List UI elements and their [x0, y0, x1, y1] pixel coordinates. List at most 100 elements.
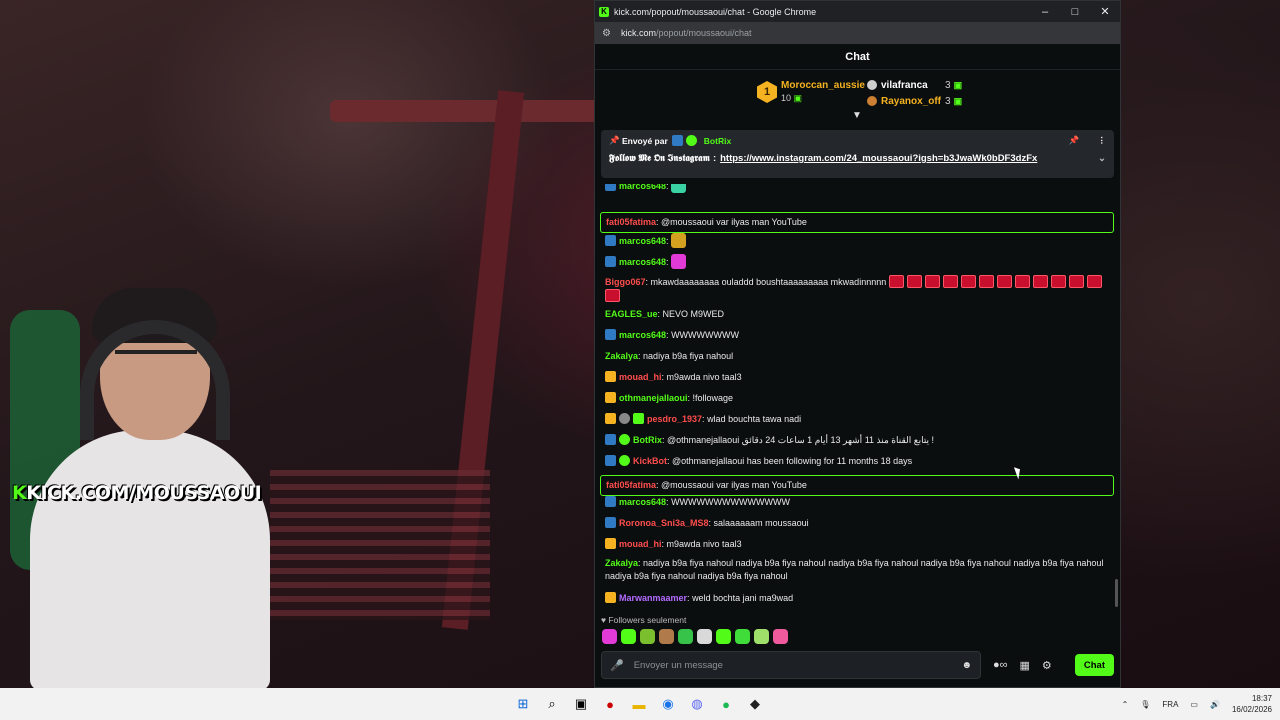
kicks-infinity-icon[interactable]: ●∞ [993, 659, 1008, 671]
chat-emote [1050, 275, 1066, 288]
app-icon[interactable]: ◆ [744, 693, 766, 715]
verified-badge-icon [685, 135, 697, 146]
emote-quick[interactable] [697, 629, 712, 644]
search-icon[interactable]: ⌕ [541, 693, 563, 715]
chat-username[interactable]: pesdro_1937 [647, 414, 702, 424]
chat-username[interactable]: KickBot [633, 456, 667, 466]
close-button[interactable]: ✕ [1090, 5, 1120, 18]
chat-scrollbar[interactable] [1115, 579, 1118, 607]
chat-message: Biggo067: mkawdaaaaaaaa ouladdd boushtaa… [595, 275, 1120, 303]
chat-username[interactable]: mouad_hi [619, 372, 662, 382]
leaderboard-first[interactable]: 1 Moroccan_aussie 10 ▣ [757, 80, 865, 104]
chat-message: othmanejallaoui: !followage [595, 392, 1120, 405]
verified-badge-icon [619, 434, 630, 445]
emoji-icon[interactable]: ☻ [961, 660, 972, 671]
glasses [115, 350, 197, 374]
settings-gear-icon[interactable]: ⚙ [1042, 659, 1052, 672]
volume-icon[interactable]: 🔊 [1210, 700, 1220, 709]
emote-quick[interactable] [754, 629, 769, 644]
discord-icon[interactable]: ◍ [686, 693, 708, 715]
chat-message-text: NEVO M9WED [662, 309, 725, 319]
emote-quick[interactable] [716, 629, 731, 644]
minimize-button[interactable]: – [1030, 6, 1060, 18]
chevron-down-icon[interactable]: ⌄ [1098, 153, 1106, 164]
store-icon[interactable]: ▦ [1020, 659, 1030, 672]
chat-username[interactable]: mouad_hi [619, 539, 662, 549]
pinned-link[interactable]: https://www.instagram.com/24_moussaoui?i… [720, 153, 1037, 164]
file-explorer-icon[interactable]: ▬ [628, 693, 650, 715]
followers-only-label: Followers seulement [608, 615, 687, 625]
network-icon[interactable]: ▭ [1190, 700, 1198, 709]
leaderboard-second-name: vilafranca [881, 79, 928, 91]
pinned-sent-by: Envoyé par [621, 135, 668, 146]
pinned-prefix: 𝕱𝖔𝖑𝖑𝖔𝖜 𝕸𝖊 𝕺𝖓 𝕴𝖓𝖘𝖙𝖆𝖌𝖗𝖆𝖒 [609, 153, 710, 164]
chat-username[interactable]: fati05fatima [606, 480, 656, 490]
chrome-icon[interactable]: ◉ [657, 693, 679, 715]
gift-icon: ▣ [953, 95, 963, 106]
kick-watermark: KKICK.COM/MOUSSAOUI [12, 482, 262, 504]
chat-message: mouad_hi: m9awda nivo taal3 [595, 538, 1120, 551]
chat-message-text: mkawdaaaaaaaa ouladdd boushtaaaaaaaaa mk… [650, 277, 887, 287]
emote-quick[interactable] [659, 629, 674, 644]
chat-username[interactable]: marcos648 [619, 236, 666, 246]
moderator-badge-icon [605, 235, 616, 246]
emote-quick[interactable] [773, 629, 788, 644]
spotify-icon[interactable]: ● [715, 693, 737, 715]
url-host: kick.com [620, 28, 656, 38]
chat-emote [978, 275, 994, 288]
chat-username[interactable]: marcos648 [619, 184, 666, 191]
unpin-icon[interactable]: 📌 [1069, 135, 1080, 146]
clock[interactable]: 18:37 16/02/2026 [1232, 693, 1272, 715]
crown-badge-icon [605, 592, 616, 603]
chat-input-box[interactable]: 🎤 ☻ [601, 651, 981, 679]
address-bar[interactable]: ⚙ kick.com/popout/moussaoui/chat [595, 22, 1120, 44]
window-title: kick.com/popout/moussaoui/chat - Google … [614, 6, 817, 17]
emote-quick[interactable] [602, 629, 617, 644]
leaderboard-second-count: 3 [945, 79, 951, 91]
chevron-up-icon[interactable]: ⌃ [1122, 700, 1129, 709]
chat-message: fati05fatima: @moussaoui var ilyas man Y… [600, 475, 1114, 496]
maximize-button[interactable]: □ [1060, 6, 1090, 18]
chat-username[interactable]: marcos648 [619, 497, 666, 507]
task-view-icon[interactable]: ▣ [570, 693, 592, 715]
chat-username[interactable]: fati05fatima [606, 217, 656, 227]
chat-username[interactable]: othmanejallaoui [619, 393, 688, 403]
chat-message-input[interactable] [633, 659, 962, 671]
gift-icon: ▣ [793, 93, 803, 103]
chat-message-text: @othmanejallaoui has been following for … [672, 456, 913, 466]
chat-username[interactable]: Zakalya [605, 351, 638, 361]
watermark-text: KICK.COM/MOUSSAOUI [26, 482, 262, 504]
send-chat-button[interactable]: Chat [1074, 654, 1114, 676]
chat-message: Zakalya: nadiya b9a fiya nahoul [595, 350, 1120, 363]
kick-favicon: K [599, 6, 609, 17]
collapse-leaderboard-icon[interactable]: ▼ [852, 110, 862, 121]
pinned-sender[interactable]: BotRix [704, 136, 731, 146]
leaderboard-second[interactable]: vilafranca 3 ▣ [867, 77, 962, 93]
more-options-icon[interactable]: ⋮ [1098, 135, 1107, 146]
chat-username[interactable]: Biggo067 [605, 277, 646, 287]
chat-username[interactable]: BotRix [633, 435, 662, 445]
chat-username[interactable]: Marwanmaamer [619, 593, 687, 603]
language-indicator[interactable]: FRA [1162, 700, 1178, 709]
chat-header: Chat [595, 44, 1120, 70]
emote-quick[interactable] [735, 629, 750, 644]
microphone-icon[interactable]: 🎙 [1140, 700, 1150, 709]
chat-username[interactable]: Roronoa_Sni3a_MS8 [619, 518, 709, 528]
chat-username[interactable]: marcos648 [619, 330, 666, 340]
chat-username[interactable]: EAGLES_ue [605, 309, 658, 319]
windows-start-icon[interactable]: ⊞ [512, 693, 534, 715]
leaderboard-first-name: Moroccan_aussie [781, 80, 865, 91]
app-icon[interactable]: ● [599, 693, 621, 715]
site-info-icon[interactable]: ⚙ [602, 28, 611, 39]
chat-message: mouad_hi: m9awda nivo taal3 [595, 371, 1120, 384]
windows-taskbar: ⊞ ⌕ ▣ ● ▬ ◉ ◍ ● ◆ ⌃ 🎙 FRA ▭ 🔊 18:37 16/0… [0, 688, 1280, 720]
chat-emote [924, 275, 940, 288]
chat-username[interactable]: marcos648 [619, 257, 666, 267]
chat-username[interactable]: Zakalya [605, 558, 638, 568]
emote-quick[interactable] [621, 629, 636, 644]
leaderboard-third[interactable]: Rayanox_off 3 ▣ [867, 93, 962, 109]
pin-icon: 📌 [609, 135, 622, 145]
emote-quick[interactable] [678, 629, 693, 644]
emote-quick[interactable] [640, 629, 655, 644]
microphone-icon[interactable]: 🎤 [610, 659, 624, 672]
